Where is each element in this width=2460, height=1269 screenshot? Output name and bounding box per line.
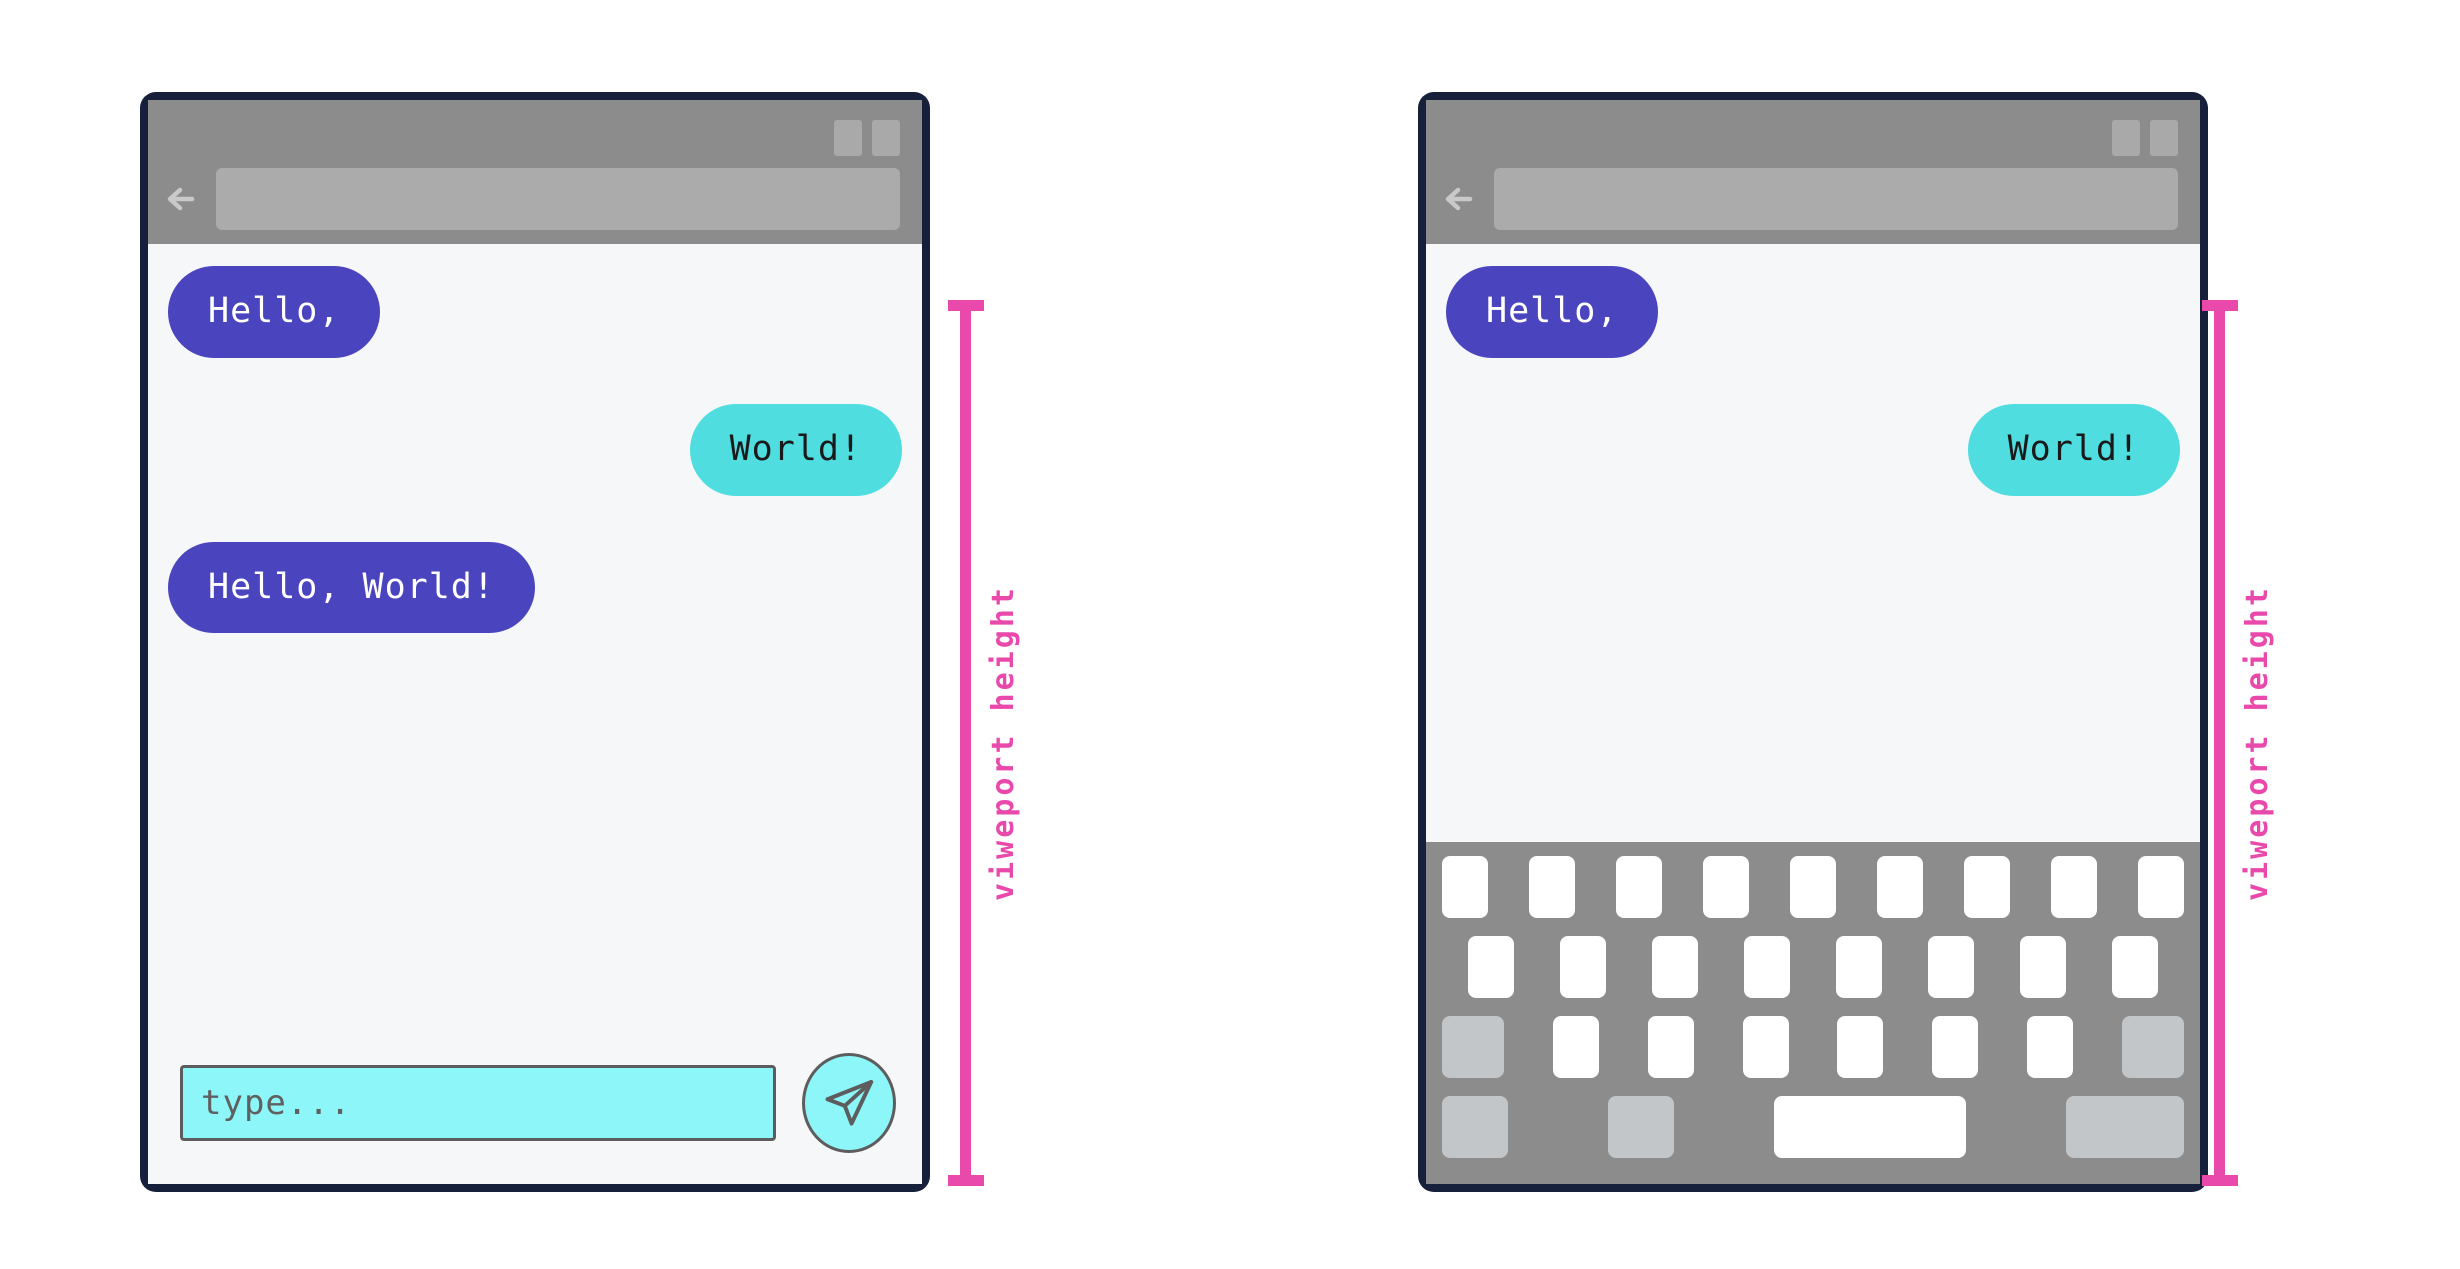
bracket-spine [960, 300, 971, 1186]
tab-indicators [834, 120, 900, 156]
keyboard-key[interactable] [1652, 936, 1698, 998]
keyboard-key[interactable] [2112, 936, 2158, 998]
tab-chip-2[interactable] [2150, 120, 2178, 156]
tab-chip-1[interactable] [834, 120, 862, 156]
back-arrow-icon[interactable] [162, 178, 204, 220]
phone-screen: Hello, World! Hello, World! type... [148, 100, 922, 1184]
url-bar[interactable] [216, 168, 900, 230]
bracket-spine [2214, 300, 2225, 1186]
keyboard-key[interactable] [1442, 856, 1488, 918]
onscreen-keyboard [1426, 842, 2200, 1184]
diagram-stage: Hello, World! Hello, World! type... viwe… [0, 0, 2460, 1269]
url-bar[interactable] [1494, 168, 2178, 230]
message-row: World! [1446, 403, 2180, 496]
chat-thread: Hello, World! [1426, 244, 2200, 842]
message-bubble-me[interactable]: World! [1967, 403, 2180, 496]
keyboard-key[interactable] [1877, 856, 1923, 918]
phone-keyboard-open: Hello, World! [1418, 92, 2208, 1192]
chrome-bar-row [1426, 166, 2200, 232]
keyboard-key[interactable] [1742, 1016, 1789, 1078]
keyboard-key[interactable] [2027, 1016, 2074, 1078]
back-arrow-icon[interactable] [1440, 178, 1482, 220]
tab-chip-2[interactable] [872, 120, 900, 156]
bracket-cap-bottom [2202, 1175, 2238, 1186]
keyboard-emoji-key[interactable] [1608, 1096, 1674, 1158]
keyboard-row-4 [1440, 1096, 2186, 1158]
phone-keyboard-closed: Hello, World! Hello, World! type... [140, 92, 930, 1192]
keyboard-row-1 [1440, 856, 2186, 918]
send-button[interactable] [802, 1053, 896, 1153]
keyboard-key[interactable] [1468, 936, 1514, 998]
chrome-bar-row [148, 166, 922, 232]
browser-chrome [1426, 100, 2200, 244]
keyboard-key[interactable] [1552, 1016, 1599, 1078]
message-composer: type... [148, 1044, 922, 1184]
keyboard-key[interactable] [1529, 856, 1575, 918]
keyboard-key[interactable] [1616, 856, 1662, 918]
bracket-label: viweport height [2240, 585, 2275, 901]
keyboard-key[interactable] [1837, 1016, 1884, 1078]
keyboard-key[interactable] [1836, 936, 1882, 998]
message-row: Hello, World! [168, 541, 902, 634]
tab-indicators [2112, 120, 2178, 156]
keyboard-row-2 [1440, 936, 2186, 998]
send-paper-plane-icon [825, 1080, 874, 1126]
keyboard-key[interactable] [1744, 936, 1790, 998]
keyboard-key[interactable] [1964, 856, 2010, 918]
message-row: Hello, [1446, 266, 2180, 358]
message-bubble-me[interactable]: World! [689, 403, 902, 496]
viewport-height-bracket-right: viweport height [2202, 300, 2322, 1186]
phone-screen: Hello, World! [1426, 100, 2200, 1184]
keyboard-key[interactable] [1790, 856, 1836, 918]
keyboard-space-key[interactable] [1774, 1096, 1966, 1158]
viewport-height-bracket-left: viweport height [948, 300, 1068, 1186]
message-bubble-them[interactable]: Hello, [168, 266, 381, 358]
tab-chip-1[interactable] [2112, 120, 2140, 156]
keyboard-numeric-key[interactable] [1442, 1096, 1508, 1158]
chat-thread: Hello, World! Hello, World! type... [148, 244, 922, 1184]
message-row: World! [168, 403, 902, 496]
message-row: Hello, [168, 266, 902, 358]
bracket-cap-bottom [948, 1175, 984, 1186]
browser-chrome [148, 100, 922, 244]
keyboard-key[interactable] [1560, 936, 1606, 998]
keyboard-key[interactable] [2020, 936, 2066, 998]
message-bubble-them[interactable]: Hello, [1446, 266, 1659, 358]
keyboard-key[interactable] [1703, 856, 1749, 918]
keyboard-backspace-key[interactable] [2121, 1016, 2184, 1078]
keyboard-key[interactable] [1928, 936, 1974, 998]
keyboard-key[interactable] [2138, 856, 2184, 918]
message-input[interactable]: type... [180, 1065, 776, 1141]
message-bubble-them[interactable]: Hello, World! [168, 541, 535, 634]
keyboard-return-key[interactable] [2066, 1096, 2184, 1158]
keyboard-key[interactable] [1647, 1016, 1694, 1078]
bracket-label: viweport height [986, 585, 1021, 901]
keyboard-key[interactable] [2051, 856, 2097, 918]
keyboard-key[interactable] [1932, 1016, 1979, 1078]
keyboard-row-3 [1440, 1016, 2186, 1078]
keyboard-shift-key[interactable] [1442, 1016, 1504, 1078]
